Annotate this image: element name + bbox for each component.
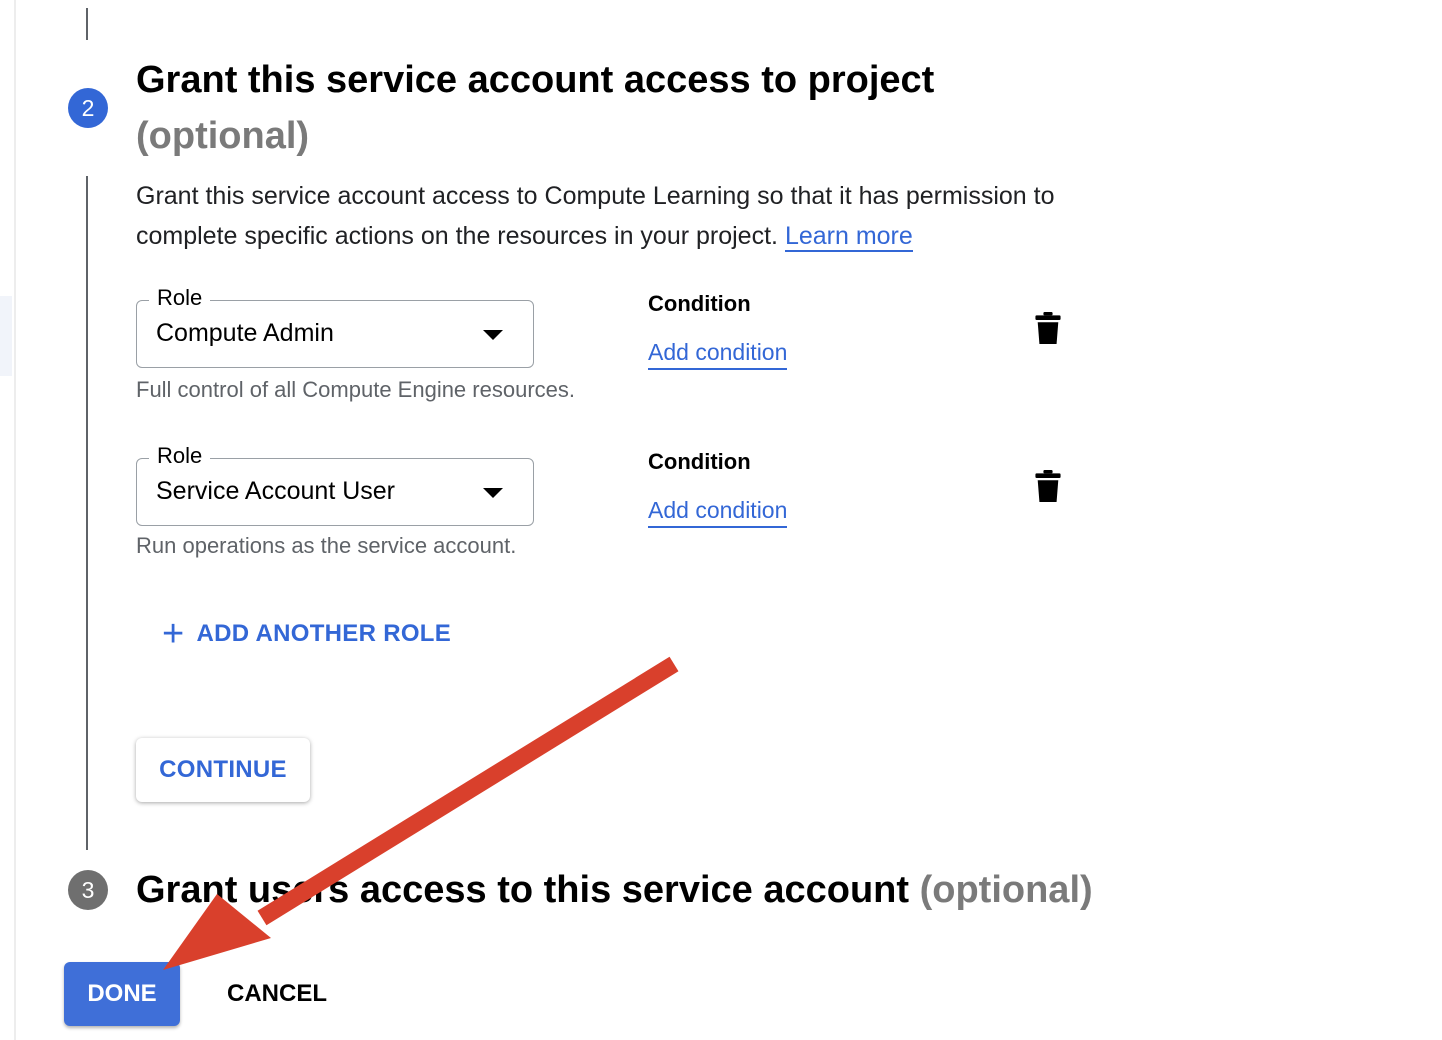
role-label-2: Role xyxy=(149,441,211,471)
add-another-role-label: ADD ANOTHER ROLE xyxy=(196,620,452,647)
role-select-1[interactable]: Role Compute Admin xyxy=(136,283,534,368)
trash-icon[interactable] xyxy=(1034,312,1062,344)
stepper-connector-top xyxy=(86,8,88,40)
step-2-title-text: Grant this service account access to pro… xyxy=(136,59,935,101)
cancel-button[interactable]: CANCEL xyxy=(214,962,340,1026)
role-value-1: Compute Admin xyxy=(156,319,334,347)
add-condition-link-1[interactable]: Add condition xyxy=(648,336,788,370)
step-3-title[interactable]: Grant users access to this service accou… xyxy=(136,862,1093,918)
condition-label-1: Condition xyxy=(648,291,751,316)
learn-more-link[interactable]: Learn more xyxy=(784,222,913,252)
trash-icon[interactable] xyxy=(1034,470,1062,502)
step-2-number: 2 xyxy=(68,88,108,128)
role-hint-2: Run operations as the service account. xyxy=(136,533,517,558)
role-hint-1: Full control of all Compute Engine resou… xyxy=(136,377,575,402)
left-panel-tab xyxy=(0,296,12,376)
continue-button[interactable]: CONTINUE xyxy=(136,738,310,802)
dropdown-arrow-icon xyxy=(483,488,503,498)
step-2-description: Grant this service account access to Com… xyxy=(136,176,1096,256)
step-3-optional: (optional) xyxy=(919,869,1093,911)
done-button[interactable]: DONE xyxy=(64,962,180,1026)
role-label-1: Role xyxy=(149,283,211,313)
role-select-2[interactable]: Role Service Account User xyxy=(136,441,534,526)
step-2-title: Grant this service account access to pro… xyxy=(136,52,996,164)
dropdown-arrow-icon xyxy=(483,330,503,340)
description-text: Grant this service account access to Com… xyxy=(136,182,1055,250)
left-panel-edge xyxy=(0,0,16,1040)
step-3-number: 3 xyxy=(68,870,108,910)
step-3-title-text: Grant users access to this service accou… xyxy=(136,869,910,911)
add-condition-link-2[interactable]: Add condition xyxy=(648,494,788,528)
add-another-role-button[interactable]: + ADD ANOTHER ROLE xyxy=(162,614,451,654)
condition-label-2: Condition xyxy=(648,449,751,474)
step-2-optional: (optional) xyxy=(136,115,310,157)
plus-icon: + xyxy=(162,613,185,655)
stepper-connector xyxy=(86,176,88,850)
role-value-2: Service Account User xyxy=(156,477,395,505)
